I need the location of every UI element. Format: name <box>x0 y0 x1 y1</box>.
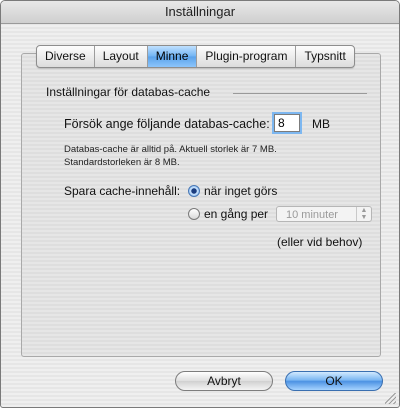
cache-size-label: Försök ange följande databas-cache: <box>64 117 270 131</box>
cache-info-line2: Standardstorleken är 8 MB. <box>64 157 180 168</box>
interval-popup[interactable]: 10 minuter ▲ ▼ <box>276 206 372 222</box>
group-divider <box>233 93 367 94</box>
window-title: Inställningar <box>1 1 399 24</box>
db-cache-group-title: Inställningar för databas-cache <box>46 85 211 99</box>
cache-size-input[interactable] <box>274 114 300 132</box>
resize-grip-icon[interactable] <box>385 393 396 404</box>
radio-interval[interactable] <box>188 208 200 220</box>
tab-bar: Diverse Layout Minne Plugin-program Typs… <box>36 45 355 68</box>
ok-button[interactable]: OK <box>285 371 383 391</box>
interval-popup-value: 10 minuter <box>286 209 338 221</box>
save-cache-label: Spara cache-innehåll: <box>64 184 181 198</box>
cache-info-line1: Databas-cache är alltid på. Aktuell stor… <box>64 144 277 155</box>
tab-diverse[interactable]: Diverse <box>37 46 95 67</box>
tab-minne[interactable]: Minne <box>147 46 198 67</box>
radio-when-idle-label: när inget görs <box>204 184 278 198</box>
radio-when-idle[interactable] <box>188 185 200 197</box>
cancel-button[interactable]: Avbryt <box>175 371 273 391</box>
cache-size-unit: MB <box>312 117 330 131</box>
updown-arrows-icon: ▲ ▼ <box>356 207 371 221</box>
tab-typsnitt[interactable]: Typsnitt <box>296 46 353 67</box>
when-needed-note: (eller vid behov) <box>277 235 363 249</box>
tab-layout[interactable]: Layout <box>95 46 148 67</box>
radio-interval-label: en gång per <box>204 207 269 221</box>
tab-plugin-program[interactable]: Plugin-program <box>197 46 297 67</box>
preferences-window: Inställningar Diverse Layout Minne Plugi… <box>0 0 400 408</box>
